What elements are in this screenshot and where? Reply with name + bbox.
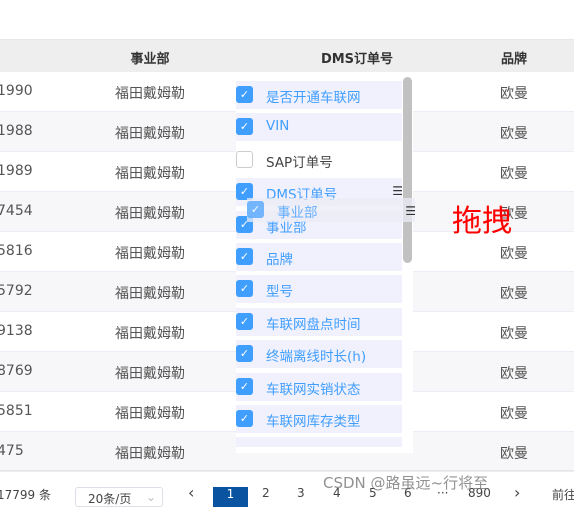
header-division[interactable]: 事业部 <box>130 48 169 67</box>
page-3[interactable]: 3 <box>297 486 305 500</box>
header-dms-order[interactable]: DMS订单号 <box>321 48 393 67</box>
checkbox-icon[interactable]: ✓ <box>236 248 253 265</box>
column-option[interactable]: ✓ 车联网实销状态 <box>236 372 402 401</box>
column-option[interactable]: ✓ 车联网库存类型 <box>236 405 402 433</box>
page-1[interactable]: 1 <box>213 487 248 507</box>
brand-cell: 欧曼 <box>500 86 528 102</box>
column-option[interactable]: ✓ 车联网盘点时间 <box>236 307 402 336</box>
column-option[interactable]: ✓ 是否开通车联网 <box>236 81 402 109</box>
total-count: 17799 条 <box>0 488 51 502</box>
brand-cell: 欧曼 <box>500 406 528 422</box>
column-option-label: 终端离线时长(h) <box>266 349 367 366</box>
column-option-label: SAP订单号 <box>266 154 333 171</box>
column-option[interactable]: ✓ 品牌 <box>236 243 402 271</box>
next-button[interactable]: › <box>514 483 520 502</box>
checkbox-icon[interactable] <box>236 150 253 168</box>
page-size-value: 20条/页 <box>88 492 132 506</box>
order-cell: 9138 <box>0 323 33 339</box>
division-cell: 福田戴姆勒 <box>115 286 185 302</box>
order-cell: 1990 <box>0 83 33 99</box>
checkbox-icon[interactable]: ✓ <box>236 86 253 103</box>
order-cell: 5816 <box>0 243 33 259</box>
column-option-label: 型号 <box>266 284 293 301</box>
brand-cell: 欧曼 <box>500 446 528 462</box>
checkbox-icon[interactable]: ✓ <box>236 312 253 330</box>
division-cell: 福田戴姆勒 <box>115 166 185 182</box>
drag-ghost[interactable]: ✓ 事业部 ☰ <box>247 198 416 222</box>
order-cell: 5792 <box>0 283 33 299</box>
page-size-select[interactable]: 20条/页 ⌄ <box>75 487 163 507</box>
prev-button[interactable]: ‹ <box>188 483 194 502</box>
division-cell: 福田戴姆勒 <box>115 206 185 222</box>
column-option-label: 车联网库存类型 <box>266 414 361 430</box>
checkbox-icon[interactable]: ✓ <box>236 118 253 136</box>
header-brand[interactable]: 品牌 <box>501 48 527 67</box>
column-option[interactable]: ✓ 型号 <box>236 275 402 304</box>
column-option-label: 车联网盘点时间 <box>266 316 361 333</box>
column-option[interactable]: ✓ VIN <box>236 113 402 142</box>
checkbox-icon[interactable]: ✓ <box>236 345 253 363</box>
checkbox-icon: ✓ <box>247 201 264 218</box>
brand-cell: 欧曼 <box>500 126 528 142</box>
column-option-label: 车联网实销状态 <box>266 381 361 398</box>
column-option-label: 品牌 <box>266 252 293 268</box>
division-cell: 福田戴姆勒 <box>115 126 185 142</box>
order-cell: 5851 <box>0 403 33 419</box>
column-option-label: 是否开通车联网 <box>266 90 361 106</box>
annotation-text: 拖拽 <box>452 204 512 239</box>
watermark: CSDN @路虽远~行将至 <box>323 474 489 492</box>
column-option-label: VIN <box>266 118 290 135</box>
division-cell: 福田戴姆勒 <box>115 326 185 342</box>
jump-label: 前往 <box>552 488 574 502</box>
scrollbar[interactable] <box>403 77 412 263</box>
column-picker-popup: ✓ 是否开通车联网 ✓ VIN SAP订单号 ✓ DMS订单号 ☰ ✓ 事业部 ✓ 品牌 ✓ 型号 ✓ 车联网… <box>236 77 413 453</box>
order-cell: 1989 <box>0 163 33 179</box>
drag-handle-icon[interactable]: ☰ <box>405 204 416 218</box>
brand-cell: 欧曼 <box>500 246 528 262</box>
page-number: 1 <box>226 487 235 501</box>
brand-cell: 欧曼 <box>500 286 528 302</box>
column-option[interactable]: ✓ 终端离线时长(h) <box>236 340 402 369</box>
page-2[interactable]: 2 <box>262 486 270 500</box>
drag-handle-icon[interactable]: ☰ <box>392 184 403 198</box>
division-cell: 福田戴姆勒 <box>115 246 185 262</box>
division-cell: 福田戴姆勒 <box>115 446 185 462</box>
checkbox-icon[interactable]: ✓ <box>236 377 253 395</box>
brand-cell: 欧曼 <box>500 366 528 382</box>
division-cell: 福田戴姆勒 <box>115 366 185 382</box>
order-cell: 475 <box>0 443 24 459</box>
division-cell: 福田戴姆勒 <box>115 86 185 102</box>
order-cell: 8769 <box>0 363 33 379</box>
checkbox-icon[interactable]: ✓ <box>236 410 253 427</box>
drag-ghost-label: 事业部 <box>277 205 318 221</box>
brand-cell: 欧曼 <box>500 326 528 342</box>
column-option <box>236 437 402 448</box>
order-cell: 7454 <box>0 203 33 219</box>
column-option[interactable]: SAP订单号 <box>236 145 402 174</box>
division-cell: 福田戴姆勒 <box>115 406 185 422</box>
table-header: 事业部 DMS订单号 品牌 <box>0 40 574 72</box>
brand-cell: 欧曼 <box>500 166 528 182</box>
order-cell: 1988 <box>0 123 33 139</box>
checkbox-icon[interactable]: ✓ <box>236 280 253 298</box>
